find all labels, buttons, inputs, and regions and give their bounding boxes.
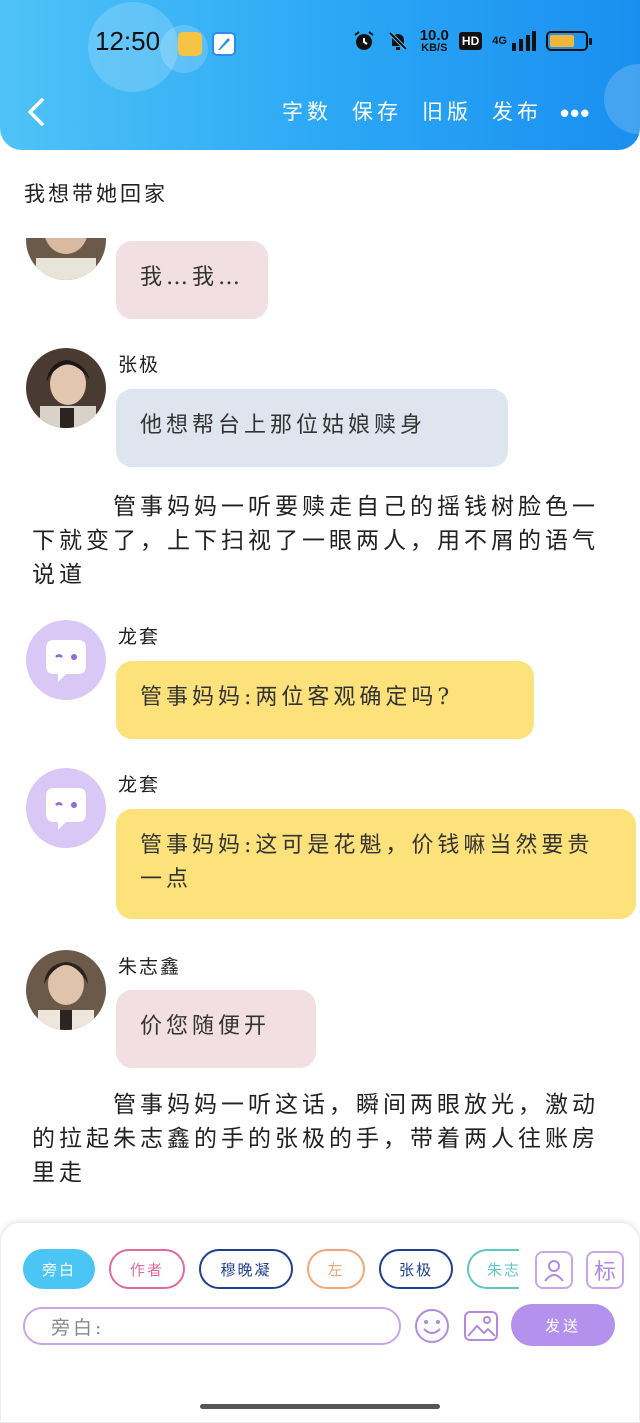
message-bubble[interactable]: 价您随便开 bbox=[116, 990, 316, 1068]
speaker-name: 龙套 bbox=[118, 626, 161, 648]
save-button[interactable]: 保存 bbox=[352, 96, 422, 126]
battery-icon bbox=[546, 31, 592, 51]
image-icon[interactable] bbox=[462, 1307, 500, 1345]
character-manage-button[interactable] bbox=[535, 1251, 573, 1289]
hd-badge: HD bbox=[458, 32, 483, 50]
narration-paragraph: 管事妈妈一听要赎走自己的摇钱树脸色一下就变了，上下扫视了一眼两人，用不屑的语气说… bbox=[32, 494, 599, 588]
message-bubble[interactable]: 他想帮台上那位姑娘赎身 bbox=[116, 389, 508, 467]
chip-narrator[interactable]: 旁白 bbox=[23, 1249, 95, 1289]
status-bar: 12:50 10.0 KB/S HD 4G bbox=[0, 20, 640, 66]
send-button[interactable]: 发送 bbox=[511, 1304, 615, 1346]
speaker-name: 龙套 bbox=[118, 774, 161, 796]
home-indicator bbox=[200, 1404, 440, 1409]
chat-bubble-icon bbox=[46, 788, 86, 830]
message-bubble[interactable]: 管事妈妈:这可是花魁，价钱嘛当然要贵一点 bbox=[116, 809, 636, 919]
role-chip-list: 旁白 作者 穆晚凝 左 张极 朱志 bbox=[23, 1249, 519, 1293]
chat-bubble-icon bbox=[46, 640, 86, 682]
network-speed: 10.0 KB/S bbox=[419, 27, 449, 54]
back-arrow-icon[interactable] bbox=[20, 94, 56, 130]
avatar-longtao[interactable] bbox=[26, 620, 106, 700]
book-app-icon bbox=[178, 32, 202, 56]
top-nav: 字数 保存 旧版 发布 ••• bbox=[0, 90, 640, 136]
narration-paragraph: 管事妈妈一听这话，瞬间两眼放光，激动的拉起朱志鑫的手的张极的手，带着两人往账房里… bbox=[32, 1092, 599, 1186]
narration-line-top: 我想带她回家 bbox=[24, 182, 168, 206]
chip-muwanning[interactable]: 穆晚凝 bbox=[199, 1249, 293, 1289]
chip-zhangji[interactable]: 张极 bbox=[379, 1249, 453, 1289]
word-count-button[interactable]: 字数 bbox=[282, 96, 352, 126]
speaker-name: 朱志鑫 bbox=[118, 956, 182, 978]
avatar-zhangji[interactable] bbox=[26, 348, 106, 428]
chip-author[interactable]: 作者 bbox=[109, 1249, 185, 1289]
status-icons: 10.0 KB/S HD 4G bbox=[352, 27, 592, 54]
more-menu-icon[interactable]: ••• bbox=[560, 98, 590, 129]
old-version-button[interactable]: 旧版 bbox=[422, 96, 492, 126]
chip-zuo[interactable]: 左 bbox=[307, 1249, 365, 1289]
app-header: 12:50 10.0 KB/S HD 4G 字数 保存 旧版 发布 ••• bbox=[0, 0, 640, 150]
chip-zhuzhixin[interactable]: 朱志 bbox=[467, 1249, 519, 1289]
mute-bell-icon bbox=[388, 31, 408, 51]
composer-panel: 旁白 作者 穆晚凝 左 张极 朱志 标 旁白: 发送 bbox=[0, 1222, 640, 1423]
message-input[interactable]: 旁白: bbox=[23, 1307, 401, 1345]
signal-icon: 4G bbox=[492, 31, 536, 51]
message-bubble[interactable]: 我…我… bbox=[116, 241, 269, 319]
speaker-name: 张极 bbox=[118, 354, 161, 376]
status-time: 12:50 bbox=[95, 26, 161, 56]
message-bubble[interactable]: 管事妈妈:两位客观确定吗? bbox=[116, 661, 534, 739]
feather-app-icon bbox=[212, 32, 236, 56]
user-icon bbox=[544, 1260, 564, 1282]
chat-content: 我想带她回家 我想带她回家 我…我… 张极 他想帮台上那位姑娘赎身 管事妈妈一听… bbox=[0, 150, 640, 1220]
emoji-icon[interactable] bbox=[413, 1307, 451, 1345]
publish-button[interactable]: 发布 bbox=[492, 96, 562, 126]
mark-button[interactable]: 标 bbox=[586, 1251, 624, 1289]
nav-actions: 字数 保存 旧版 发布 bbox=[282, 96, 562, 126]
battery-level bbox=[550, 35, 574, 47]
avatar-longtao[interactable] bbox=[26, 768, 106, 848]
avatar-zhuzhixin[interactable] bbox=[26, 950, 106, 1030]
alarm-icon bbox=[354, 31, 374, 50]
